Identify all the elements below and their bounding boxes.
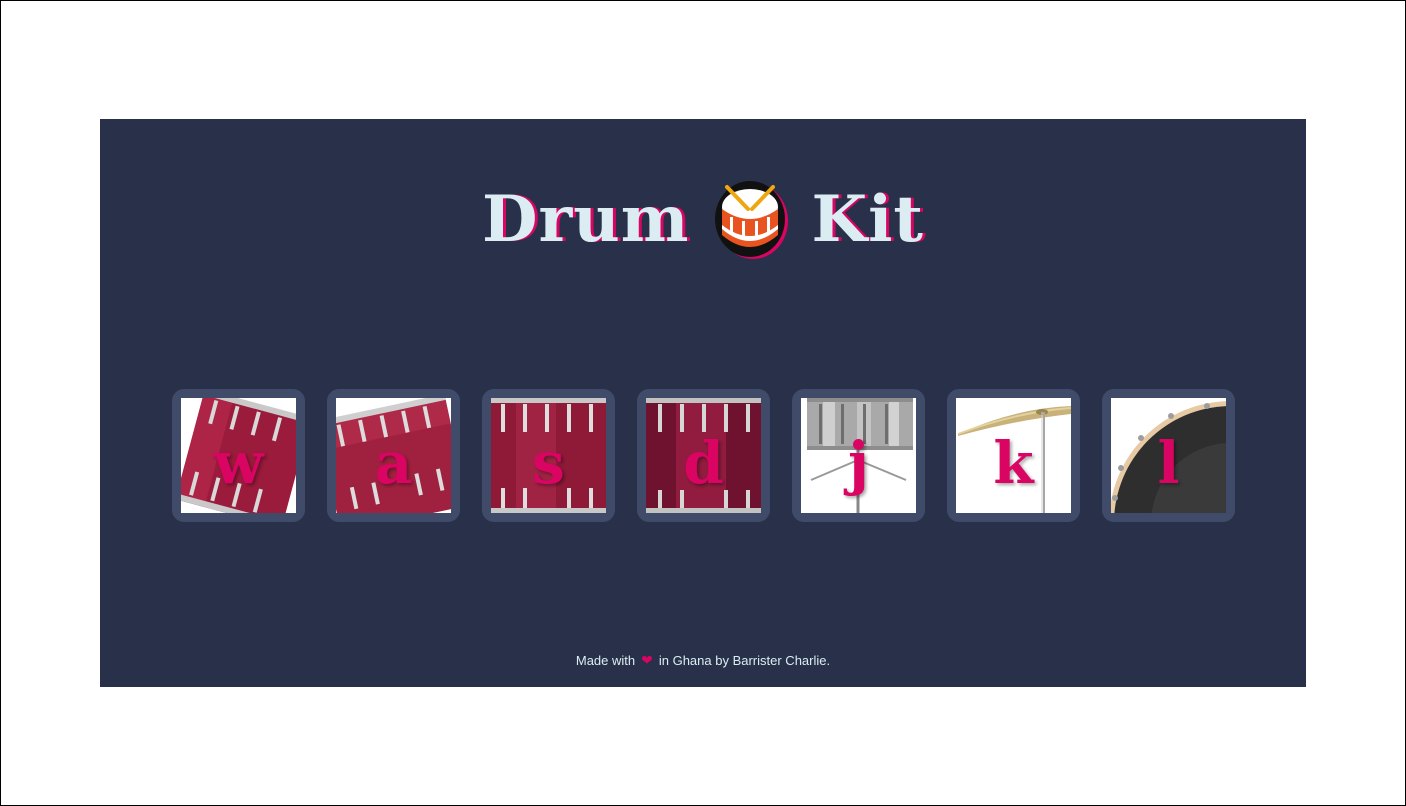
key-letter: l	[1157, 428, 1180, 497]
key-letter: j	[848, 428, 869, 497]
key-letter: k	[993, 428, 1034, 497]
drum-key-w[interactable]: w	[172, 389, 305, 522]
page-title: Drum Kit	[100, 177, 1306, 261]
footer: Made with ❤ in Ghana by Barrister Charlie.	[100, 652, 1306, 669]
drum-key-s-image: s	[491, 398, 606, 513]
drum-key-j[interactable]: j	[792, 389, 925, 522]
key-letter: s	[532, 428, 565, 497]
drum-key-l[interactable]: l	[1102, 389, 1235, 522]
drum-key-a[interactable]: a	[327, 389, 460, 522]
drum-key-set: w a s d j k l	[172, 389, 1235, 522]
heart-icon: ❤	[641, 652, 653, 668]
drum-key-j-image: j	[801, 398, 916, 513]
drum-key-l-image: l	[1111, 398, 1226, 513]
title-word-drum: Drum	[482, 181, 690, 257]
drum-kit-app: Drum Kit w a s d j k l Made with ❤ in Gh…	[100, 119, 1306, 687]
drum-key-k[interactable]: k	[947, 389, 1080, 522]
drum-icon	[715, 181, 789, 259]
drum-key-w-image: w	[181, 398, 296, 513]
key-letter: w	[213, 428, 264, 497]
footer-suffix: in Ghana by Barrister Charlie.	[658, 653, 831, 668]
drum-key-s[interactable]: s	[482, 389, 615, 522]
title-word-kit: Kit	[811, 181, 924, 257]
drum-key-d[interactable]: d	[637, 389, 770, 522]
drum-key-a-image: a	[336, 398, 451, 513]
drum-key-k-image: k	[956, 398, 1071, 513]
key-letter: a	[374, 428, 413, 497]
key-letter: d	[683, 428, 724, 497]
footer-prefix: Made with	[575, 653, 636, 668]
drum-key-d-image: d	[646, 398, 761, 513]
